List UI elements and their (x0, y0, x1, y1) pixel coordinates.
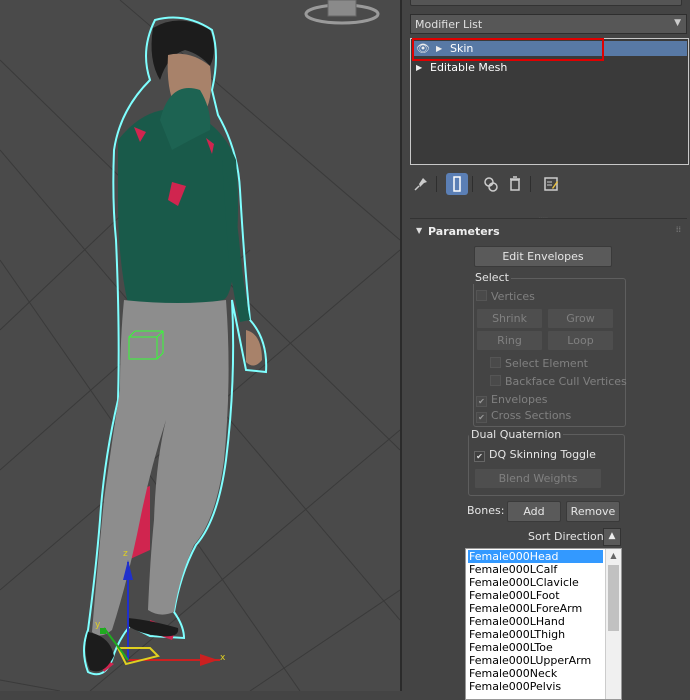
list-item[interactable]: Female000Neck (468, 667, 603, 680)
cross-sections-label: Cross Sections (491, 409, 572, 422)
list-item[interactable]: Female000Pelvis (468, 680, 603, 693)
viewport-scene[interactable]: x y z (0, 0, 400, 691)
select-group-label: Select (473, 271, 511, 284)
scroll-up-icon[interactable]: ▲ (606, 549, 621, 563)
expand-arrow-icon[interactable]: ▶ (416, 63, 422, 72)
gizmo-x-label: x (220, 653, 226, 663)
edit-envelopes-button[interactable]: Edit Envelopes (474, 246, 612, 267)
stack-toolbar (410, 170, 687, 200)
bones-list-scrollbar[interactable]: ▲ (605, 549, 621, 699)
cross-sections-checkbox[interactable]: ✔ Cross Sections (476, 409, 571, 423)
toolbar-separator (436, 176, 437, 192)
viewcube[interactable] (304, 0, 380, 25)
sort-direction-button[interactable]: ▲ (603, 528, 621, 546)
select-element-label: Select Element (505, 357, 588, 370)
highlight-annotation-box (412, 38, 604, 61)
modify-panel: Modifier List ▼ 👁 ▶ Skin ▶ Editable Mesh (402, 0, 690, 700)
pin-stack-icon[interactable] (410, 173, 432, 195)
envelopes-label: Envelopes (491, 393, 548, 406)
toolbar-separator (530, 176, 531, 192)
rollout-title: Parameters (428, 225, 500, 238)
backface-cull-label: Backface Cull Vertices (505, 375, 627, 388)
scrollbar-thumb[interactable] (608, 565, 619, 631)
remove-bone-button[interactable]: Remove (566, 501, 620, 522)
dq-skinning-toggle-label: DQ Skinning Toggle (489, 448, 596, 461)
make-unique-icon[interactable] (480, 173, 502, 195)
ring-button[interactable]: Ring (476, 330, 543, 351)
loop-button[interactable]: Loop (547, 330, 614, 351)
list-item[interactable]: Female000LFoot (468, 589, 603, 602)
collapse-arrow-icon: ▼ (416, 226, 423, 235)
chevron-down-icon: ▼ (674, 18, 681, 28)
list-item[interactable]: Female000LForeArm (468, 602, 603, 615)
bones-list[interactable]: Female000Head Female000LCalf Female000LC… (465, 548, 622, 700)
viewport[interactable]: x y z (0, 0, 400, 691)
envelopes-checkbox[interactable]: ✔ Envelopes (476, 393, 547, 407)
dual-quaternion-label: Dual Quaternion (469, 428, 564, 441)
select-element-checkbox[interactable]: Select Element (490, 357, 588, 370)
add-bone-button[interactable]: Add (507, 501, 561, 522)
object-name-field[interactable] (410, 0, 682, 6)
remove-modifier-icon[interactable] (504, 173, 526, 195)
list-item[interactable]: Female000Head (468, 550, 603, 563)
list-item[interactable]: Female000LToe (468, 641, 603, 654)
show-end-result-icon[interactable] (446, 173, 468, 195)
shrink-button[interactable]: Shrink (476, 308, 543, 329)
bones-label: Bones: (467, 504, 505, 517)
vertices-label: Vertices (491, 290, 535, 303)
backface-cull-checkbox[interactable]: Backface Cull Vertices (490, 375, 627, 388)
list-item[interactable]: Female000LCalf (468, 563, 603, 576)
gizmo-z-label: z (123, 549, 128, 559)
configure-modifier-sets-icon[interactable] (540, 173, 562, 195)
stack-item-editable-mesh[interactable]: ▶ Editable Mesh (412, 60, 687, 75)
dq-skinning-toggle-checkbox[interactable]: ✔ DQ Skinning Toggle (474, 448, 596, 462)
grip-icon: ⁞⁞ (675, 225, 681, 234)
rollout-header[interactable]: ▼ Parameters ⁞⁞ (410, 223, 687, 241)
modifier-list-dropdown[interactable]: Modifier List ▼ (410, 14, 687, 34)
vertices-checkbox[interactable]: Vertices (476, 290, 535, 303)
list-item[interactable]: Female000LClavicle (468, 576, 603, 589)
sort-direction-label: Sort Direction: (528, 530, 608, 543)
gizmo-y-label: y (95, 620, 101, 630)
toolbar-separator (472, 176, 473, 192)
modifier-list-label: Modifier List (415, 18, 483, 31)
stack-item-label: Editable Mesh (430, 61, 508, 74)
blend-weights-button[interactable]: Blend Weights (474, 468, 602, 489)
grow-button[interactable]: Grow (547, 308, 614, 329)
list-item[interactable]: Female000LHand (468, 615, 603, 628)
character-model[interactable] (83, 16, 268, 676)
list-item[interactable]: Female000LUpperArm (468, 654, 603, 667)
list-item[interactable]: Female000LThigh (468, 628, 603, 641)
